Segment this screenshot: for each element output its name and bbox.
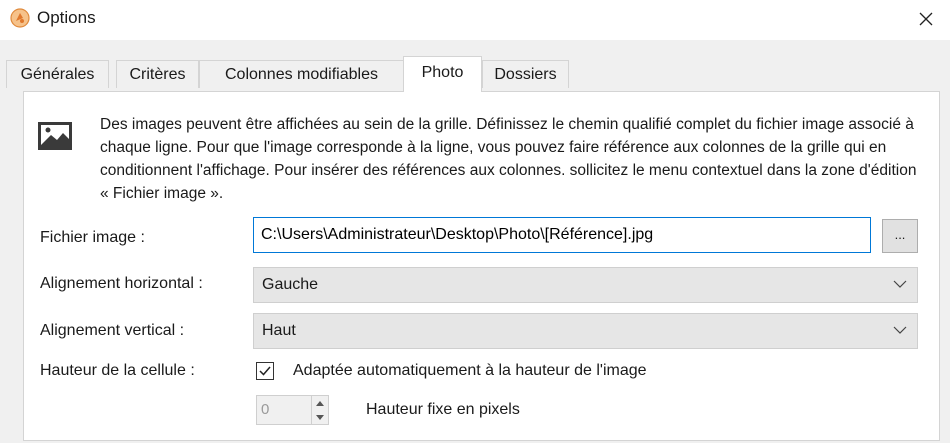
image-icon [38,122,72,150]
horizontal-alignment-value: Gauche [262,276,319,293]
tab-photo[interactable]: Photo [403,56,482,92]
tab-generales[interactable]: Générales [6,60,109,88]
arrow-down-icon [316,414,324,420]
title-bar: Options [0,0,950,40]
chevron-down-icon [893,280,907,288]
close-button[interactable] [912,6,940,32]
vertical-alignment-select[interactable]: Haut [253,313,918,349]
vertical-alignment-value: Haut [262,322,296,339]
cell-height-label: Hauteur de la cellule : [40,362,195,379]
tab-strip: Générales Critères Colonnes modifiables … [6,56,946,92]
app-icon [10,8,30,28]
auto-height-label[interactable]: Adaptée automatiquement à la hauteur de … [293,362,647,380]
spinner-down-button[interactable] [312,410,328,424]
fixed-height-spinner[interactable]: 0 [256,395,329,425]
checkmark-icon [259,366,271,376]
tab-criteres[interactable]: Critères [116,60,199,88]
file-image-label: Fichier image : [40,229,145,246]
horizontal-alignment-label: Alignement horizontal : [40,275,203,292]
browse-button[interactable]: ... [882,219,918,253]
vertical-alignment-label: Alignement vertical : [40,322,185,339]
fixed-height-value: 0 [261,401,270,418]
close-icon [919,12,933,26]
chevron-down-icon [893,326,907,334]
horizontal-alignment-select[interactable]: Gauche [253,267,918,303]
photo-description: Des images peuvent être affichées au sei… [100,116,917,202]
tab-colonnes-modifiables[interactable]: Colonnes modifiables [199,60,404,88]
tab-dossiers[interactable]: Dossiers [482,60,569,88]
auto-height-checkbox[interactable] [256,362,274,380]
spinner-up-button[interactable] [312,396,328,410]
spinner-arrows [311,396,328,424]
window-title: Options [37,8,96,27]
file-image-input[interactable]: C:\Users\Administrateur\Desktop\Photo\[R… [253,217,871,253]
arrow-up-icon [316,400,324,406]
fixed-height-label: Hauteur fixe en pixels [366,401,520,418]
